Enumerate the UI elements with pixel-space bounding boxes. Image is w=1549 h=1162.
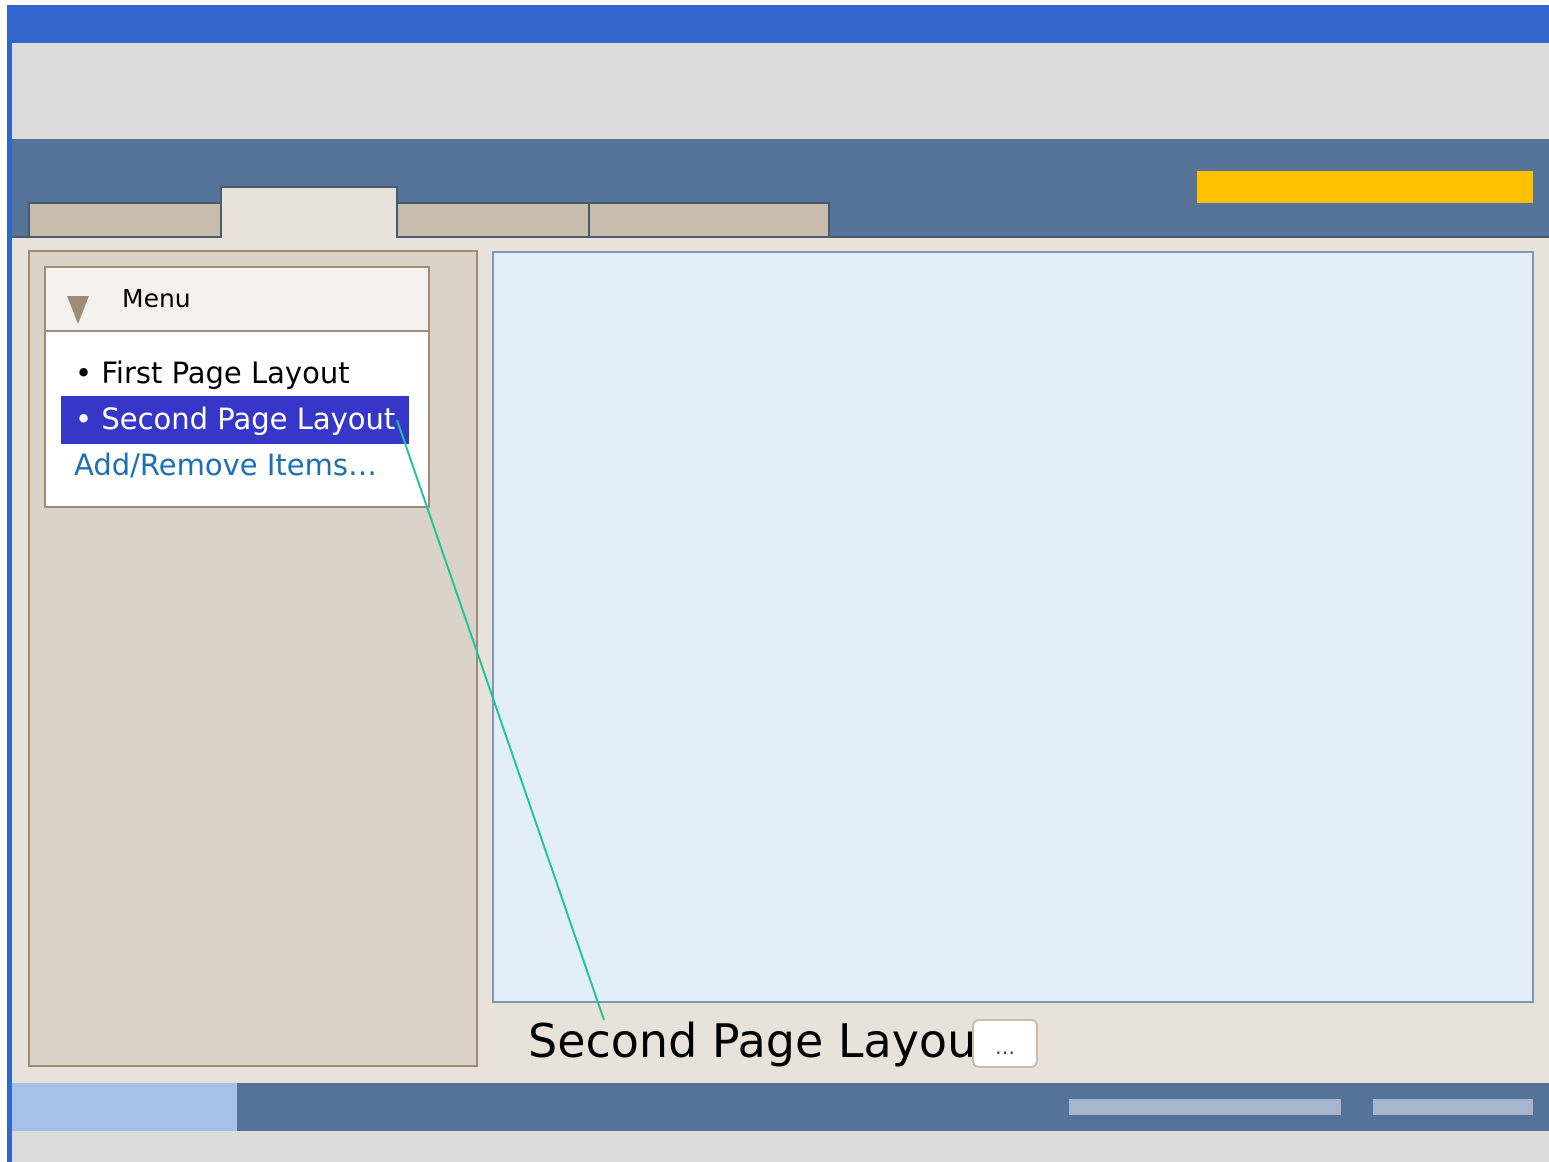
tab-1[interactable] — [28, 202, 222, 236]
toolbar-area — [12, 43, 1549, 139]
accent-bar — [1197, 171, 1533, 203]
status-segment-2 — [1373, 1099, 1533, 1115]
bottom-area — [12, 1131, 1549, 1162]
menu-item-first-page-layout[interactable]: • First Page Layout — [61, 350, 364, 398]
status-segment-1 — [1069, 1099, 1341, 1115]
triangle-down-icon[interactable] — [67, 296, 89, 324]
status-bar-block — [12, 1083, 237, 1131]
tab-2-active[interactable] — [220, 186, 398, 238]
add-remove-items-link[interactable]: Add/Remove Items… — [74, 448, 377, 482]
tab-3[interactable] — [396, 202, 590, 236]
menu-header[interactable]: Menu — [46, 268, 428, 332]
page-label: Second Page Layout — [528, 1014, 995, 1068]
menu-panel: Menu • First Page Layout • Second Page L… — [44, 266, 430, 508]
main-panel[interactable] — [492, 251, 1534, 1003]
title-bar[interactable] — [7, 5, 1549, 43]
active-tab-join — [222, 234, 396, 238]
tab-4[interactable] — [588, 202, 830, 236]
more-options-button[interactable]: … — [972, 1019, 1038, 1068]
menu-item-second-page-layout[interactable]: • Second Page Layout — [61, 396, 410, 444]
menu-title: Menu — [122, 284, 191, 313]
